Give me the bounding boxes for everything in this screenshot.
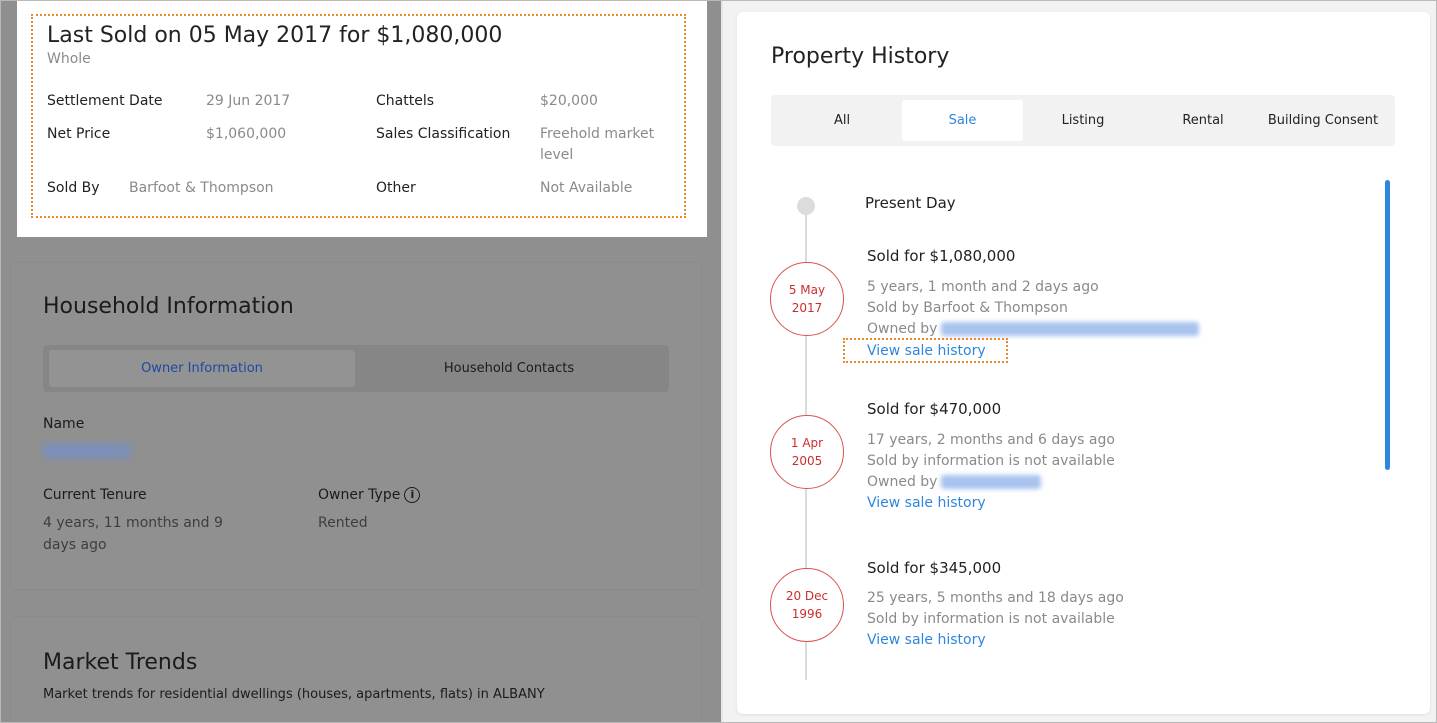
tab-owner-information[interactable]: Owner Information bbox=[49, 350, 355, 387]
tab-building-consent[interactable]: Building Consent bbox=[1263, 100, 1383, 141]
owner-name-blurred bbox=[43, 443, 131, 459]
sale-date-day: 5 May bbox=[788, 283, 826, 297]
other-value: Not Available bbox=[540, 180, 633, 196]
sales-classification-value: Freehold market level bbox=[540, 124, 654, 166]
sale-owned-by: Owned by bbox=[867, 321, 1200, 337]
chattels-label: Chattels bbox=[376, 93, 435, 109]
sale-time-ago: 5 years, 1 month and 2 days ago bbox=[867, 279, 1099, 295]
settlement-date-label: Settlement Date bbox=[47, 93, 163, 109]
last-sold-subtitle: Whole bbox=[47, 51, 91, 67]
sale-title: Sold for $470,000 bbox=[867, 400, 1002, 418]
household-title: Household Information bbox=[43, 294, 294, 319]
owner-type-label: Owner Type i bbox=[318, 487, 421, 503]
owner-type-text: Owner Type bbox=[318, 487, 401, 503]
sale-title: Sold for $1,080,000 bbox=[867, 247, 1016, 265]
last-sold-title: Last Sold on 05 May 2017 for $1,080,000 bbox=[47, 23, 503, 48]
sold-by-value: Barfoot & Thompson bbox=[129, 180, 274, 196]
sale-date-circle: 5 May 2017 bbox=[770, 262, 844, 336]
tenure-line2: days ago bbox=[43, 537, 107, 553]
tenure-line1: 4 years, 11 months and 9 bbox=[43, 515, 223, 531]
net-price-label: Net Price bbox=[47, 126, 111, 142]
owned-by-label: Owned by bbox=[867, 321, 938, 337]
tab-household-contacts[interactable]: Household Contacts bbox=[355, 350, 663, 387]
sale-date-year: 1996 bbox=[791, 607, 823, 621]
sale-sold-by: Sold by information is not available bbox=[867, 453, 1115, 469]
present-day-label: Present Day bbox=[865, 194, 956, 212]
view-sale-history-link[interactable]: View sale history bbox=[867, 343, 986, 359]
present-day-dot bbox=[797, 197, 815, 215]
sale-time-ago: 17 years, 2 months and 6 days ago bbox=[867, 432, 1115, 448]
property-history-title: Property History bbox=[771, 44, 950, 69]
owner-name-blurred bbox=[941, 475, 1042, 489]
tab-sale[interactable]: Sale bbox=[902, 100, 1023, 141]
chattels-value: $20,000 bbox=[540, 93, 598, 109]
view-sale-history-link[interactable]: View sale history bbox=[867, 632, 986, 648]
market-trends-subtitle: Market trends for residential dwellings … bbox=[43, 687, 545, 702]
owner-name-blurred bbox=[941, 322, 1200, 336]
sale-owned-by: Owned by bbox=[867, 474, 1042, 490]
sales-classification-label: Sales Classification bbox=[376, 126, 511, 142]
current-tenure-label: Current Tenure bbox=[43, 487, 147, 503]
sold-by-label: Sold By bbox=[47, 180, 100, 196]
tab-all[interactable]: All bbox=[782, 100, 902, 141]
name-label: Name bbox=[43, 416, 85, 432]
sales-classification-line1: Freehold market bbox=[540, 126, 655, 142]
sale-date-day: 20 Dec bbox=[785, 589, 829, 603]
history-tabs: All Sale Listing Rental Building Consent bbox=[771, 95, 1395, 146]
last-sold-card: Last Sold on 05 May 2017 for $1,080,000 … bbox=[17, 1, 707, 237]
sale-date-day: 1 Apr bbox=[790, 436, 824, 450]
market-trends-title: Market Trends bbox=[43, 650, 198, 675]
current-tenure-value: 4 years, 11 months and 9 days ago bbox=[43, 512, 223, 556]
sale-date-circle: 1 Apr 2005 bbox=[770, 415, 844, 489]
sale-time-ago: 25 years, 5 months and 18 days ago bbox=[867, 590, 1124, 606]
view-sale-history-link[interactable]: View sale history bbox=[867, 495, 986, 511]
sales-classification-line2: level bbox=[540, 147, 574, 163]
sale-title: Sold for $345,000 bbox=[867, 559, 1002, 577]
sale-sold-by: Sold by information is not available bbox=[867, 611, 1115, 627]
sale-date-year: 2005 bbox=[791, 454, 823, 468]
tab-rental[interactable]: Rental bbox=[1143, 100, 1263, 141]
tab-listing[interactable]: Listing bbox=[1023, 100, 1143, 141]
sale-sold-by: Sold by Barfoot & Thompson bbox=[867, 300, 1068, 316]
sale-date-year: 2017 bbox=[791, 301, 823, 315]
sale-date-circle: 20 Dec 1996 bbox=[770, 568, 844, 642]
household-tabs: Owner Information Household Contacts bbox=[43, 345, 669, 392]
owner-type-value: Rented bbox=[318, 515, 368, 531]
owned-by-label: Owned by bbox=[867, 474, 938, 490]
other-label: Other bbox=[376, 180, 416, 196]
timeline-scrollbar[interactable] bbox=[1385, 180, 1390, 470]
settlement-date-value: 29 Jun 2017 bbox=[206, 93, 291, 109]
info-icon[interactable]: i bbox=[404, 487, 421, 503]
net-price-value: $1,060,000 bbox=[206, 126, 287, 142]
